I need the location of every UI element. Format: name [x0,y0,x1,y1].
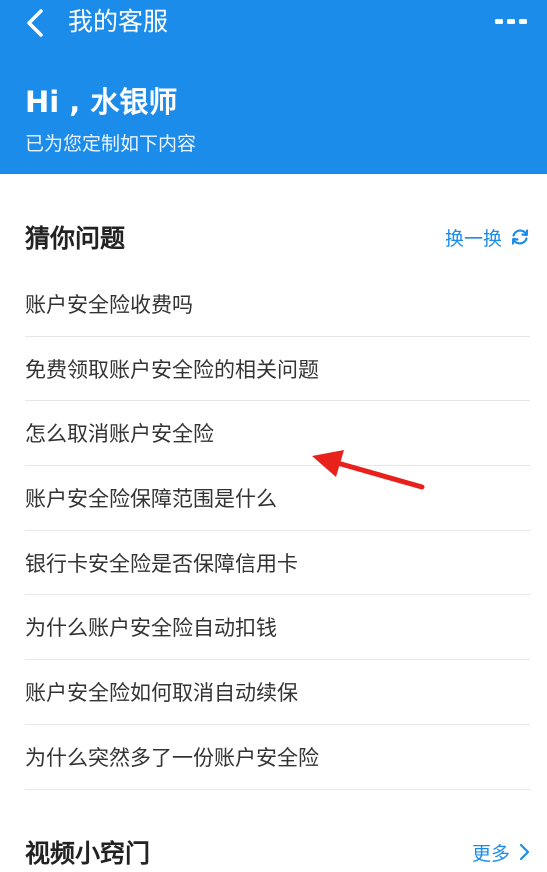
question-text: 账户安全险如何取消自动续保 [25,680,298,705]
more-videos-button[interactable]: 更多 [472,839,530,866]
question-list: 账户安全险收费吗 免费领取账户安全险的相关问题 怎么取消账户安全险 账户安全险保… [25,272,530,790]
back-button[interactable] [18,6,52,40]
more-videos-label: 更多 [471,842,510,865]
question-text: 账户安全险保障范围是什么 [25,486,277,511]
question-item[interactable]: 账户安全险保障范围是什么 [25,466,530,531]
more-button[interactable] [493,10,529,34]
refresh-label: 换一换 [444,227,502,250]
chevron-left-icon [27,9,43,37]
question-text: 账户安全险收费吗 [25,292,193,317]
question-item[interactable]: 怎么取消账户安全险 [25,401,530,467]
refresh-icon [511,229,529,245]
question-item[interactable]: 账户安全险如何取消自动续保 [25,660,530,725]
greeting: Hi , 水银师 [25,85,178,119]
guess-section-header: 猜你问题 换一换 [25,217,530,257]
question-item[interactable]: 为什么突然多了一份账户安全险 [25,725,530,790]
question-text: 免费领取账户安全险的相关问题 [25,357,319,382]
chevron-right-icon [519,843,530,861]
refresh-button[interactable]: 换一换 [445,224,530,251]
header: 我的客服 Hi , 水银师 已为您定制如下内容 [0,0,547,174]
question-item[interactable]: 银行卡安全险是否保障信用卡 [25,531,530,596]
question-item[interactable]: 账户安全险收费吗 [25,272,530,337]
more-dots-icon [495,19,527,24]
question-text: 银行卡安全险是否保障信用卡 [25,551,298,576]
question-text: 怎么取消账户安全险 [25,422,214,447]
question-text: 为什么突然多了一份账户安全险 [25,745,319,770]
subtitle: 已为您定制如下内容 [25,133,197,155]
video-section-header: 视频小窍门 更多 [25,832,530,872]
video-section-title: 视频小窍门 [25,839,151,868]
question-text: 为什么账户安全险自动扣钱 [25,616,277,641]
page-title: 我的客服 [68,7,169,36]
guess-section-title: 猜你问题 [25,224,126,253]
question-item[interactable]: 为什么账户安全险自动扣钱 [25,595,530,661]
question-item[interactable]: 免费领取账户安全险的相关问题 [25,337,530,402]
